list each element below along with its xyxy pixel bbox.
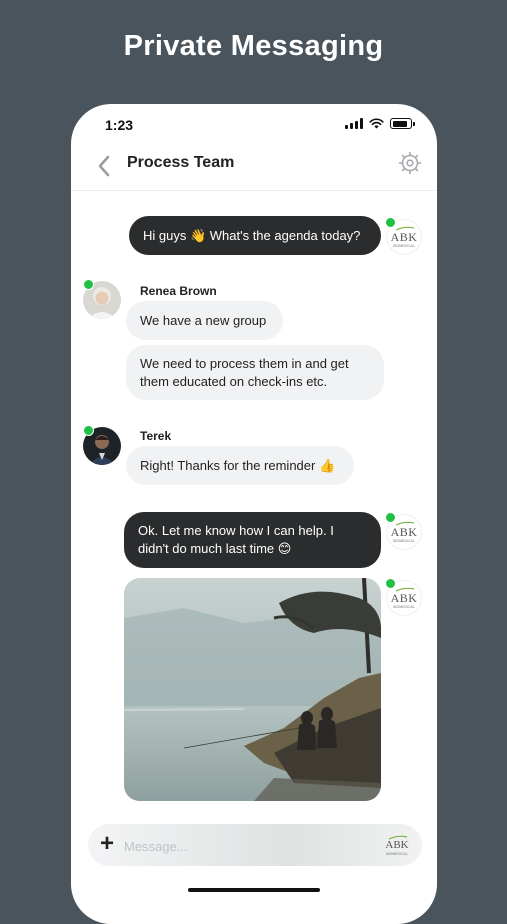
add-attachment-button[interactable]: + [100, 832, 114, 856]
abk-avatar[interactable]: ABK BIOMEDICAL [385, 578, 421, 615]
message-image-lake[interactable] [124, 578, 381, 801]
message-bubble-outgoing[interactable]: Ok. Let me know how I can help. I didn't… [124, 512, 381, 568]
back-button[interactable] [93, 152, 117, 180]
message-bubble-incoming[interactable]: Right! Thanks for the reminder 👍 [126, 446, 354, 485]
abk-logo-text: ABK [390, 230, 418, 244]
message-text: Ok. Let me know how I can help. I didn't… [138, 523, 334, 556]
abk-logo: ABK BIOMEDICAL [380, 828, 414, 862]
online-indicator [83, 279, 94, 290]
phone-frame: 1:23 Process Team Hi guys 👋 What's the a… [71, 104, 437, 924]
abk-logo-text: ABK [385, 839, 409, 851]
signal-icon [345, 118, 363, 129]
message-text: Hi guys 👋 What's the agenda today? [143, 228, 361, 243]
chat-header: Process Team [71, 146, 437, 191]
chat-title: Process Team [127, 154, 235, 171]
abk-logo-subtitle: BIOMEDICAL [393, 605, 415, 609]
page-title: Private Messaging [123, 30, 384, 62]
status-bar: 1:23 [71, 104, 437, 146]
settings-gear-icon[interactable] [397, 150, 423, 176]
message-bubble-outgoing[interactable]: Hi guys 👋 What's the agenda today? [129, 216, 381, 255]
message-composer: + ABK BIOMEDICAL [88, 824, 422, 866]
sender-name: Terek [140, 429, 172, 443]
abk-logo-text: ABK [390, 525, 418, 539]
message-bubble-incoming[interactable]: We have a new group [126, 301, 283, 340]
lake-photo-image [124, 578, 381, 801]
abk-avatar[interactable]: ABK BIOMEDICAL [385, 217, 421, 254]
message-input[interactable] [122, 835, 346, 857]
status-time: 1:23 [105, 117, 134, 133]
home-indicator [188, 888, 320, 892]
online-indicator [83, 425, 94, 436]
abk-avatar[interactable]: ABK BIOMEDICAL [385, 512, 421, 549]
message-text: Right! Thanks for the reminder 👍 [140, 458, 336, 473]
abk-logo-subtitle: BIOMEDICAL [393, 539, 415, 543]
wifi-icon [369, 118, 384, 129]
avatar-terek[interactable] [83, 425, 121, 465]
sender-name: Renea Brown [140, 284, 217, 298]
abk-logo-subtitle: BIOMEDICAL [386, 852, 408, 856]
abk-logo-text: ABK [390, 591, 418, 605]
message-text: We need to process them in and get them … [140, 356, 349, 389]
message-bubble-incoming[interactable]: We need to process them in and get them … [126, 345, 384, 400]
abk-logo-subtitle: BIOMEDICAL [393, 244, 415, 248]
avatar-renea-brown[interactable] [83, 279, 121, 319]
battery-icon [390, 118, 412, 129]
message-text: We have a new group [140, 313, 267, 328]
status-icons [345, 118, 415, 129]
